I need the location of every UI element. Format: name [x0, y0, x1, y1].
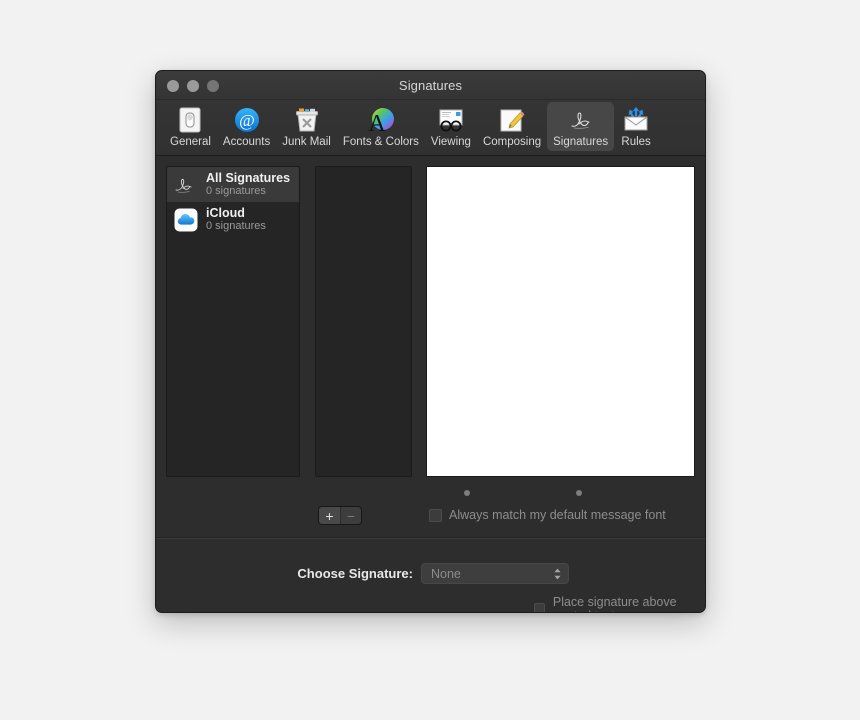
place-signature-checkbox[interactable] — [534, 603, 545, 614]
add-remove-signature-group: + − — [318, 506, 362, 525]
signature-editor-column — [426, 166, 695, 492]
window-title: Signatures — [156, 71, 705, 100]
add-signature-button[interactable]: + — [319, 507, 340, 524]
always-match-font-checkbox[interactable] — [429, 509, 442, 522]
toolbar-tab-general-label: General — [170, 136, 211, 148]
fonts-colors-icon: A — [366, 105, 396, 135]
toolbar-tab-signatures[interactable]: Signatures — [547, 102, 614, 151]
place-signature-label: Place signature above quoted text — [553, 595, 705, 613]
choose-signature-row: Choose Signature: None — [156, 563, 705, 584]
toolbar-tab-viewing[interactable]: Viewing — [425, 102, 477, 151]
accounts-list-pane[interactable]: All Signatures 0 signatures iCloud — [166, 166, 300, 477]
svg-text:@: @ — [239, 111, 255, 130]
bottom-settings-section: Choose Signature: None Place signature a… — [156, 538, 705, 613]
minimize-button[interactable] — [187, 80, 199, 92]
traffic-light-buttons — [167, 80, 219, 92]
toolbar-tab-fonts-colors[interactable]: A Fonts & Colors — [337, 102, 425, 151]
window-titlebar: Signatures — [156, 71, 705, 100]
viewing-glasses-icon — [436, 105, 466, 135]
toolbar-tab-general[interactable]: General — [164, 102, 217, 151]
signatures-icon — [566, 105, 596, 135]
toolbar-tab-rules[interactable]: Rules — [614, 102, 658, 151]
signature-editor-pane[interactable] — [426, 166, 695, 477]
toolbar-tab-accounts-label: Accounts — [223, 136, 270, 148]
accounts-row-text: iCloud 0 signatures — [206, 206, 266, 233]
toolbar-tab-composing[interactable]: Composing — [477, 102, 547, 151]
signature-scribble-icon — [173, 172, 199, 198]
chevron-updown-icon — [553, 567, 562, 581]
signatures-content-area: All Signatures 0 signatures iCloud — [156, 156, 705, 502]
composing-pencil-icon — [497, 105, 527, 135]
toolbar-tab-junk-mail[interactable]: Junk Mail — [276, 102, 337, 151]
accounts-row-name: iCloud — [206, 206, 266, 220]
toolbar-tab-junk-mail-label: Junk Mail — [282, 136, 331, 148]
choose-signature-label: Choose Signature: — [156, 566, 421, 581]
svg-text:A: A — [368, 111, 386, 135]
toolbar-tab-signatures-label: Signatures — [553, 136, 608, 148]
pane-resize-grip-left[interactable] — [464, 490, 470, 496]
place-signature-checkbox-row[interactable]: Place signature above quoted text — [534, 595, 705, 613]
signatures-preferences-window: Signatures General @ — [155, 70, 706, 613]
signature-list-pane[interactable] — [315, 166, 412, 477]
choose-signature-value: None — [431, 567, 461, 581]
toolbar-tab-viewing-label: Viewing — [431, 136, 471, 148]
pane-resize-grip-right[interactable] — [576, 490, 582, 496]
always-match-font-label: Always match my default message font — [449, 508, 666, 522]
accounts-row-all-signatures[interactable]: All Signatures 0 signatures — [167, 167, 299, 202]
accounts-row-name: All Signatures — [206, 171, 290, 185]
zoom-button[interactable] — [207, 80, 219, 92]
signature-list-controls: + − Always match my default message font — [156, 502, 705, 538]
accounts-row-text: All Signatures 0 signatures — [206, 171, 290, 198]
always-match-font-checkbox-row[interactable]: Always match my default message font — [429, 508, 666, 522]
toolbar-tab-accounts[interactable]: @ Accounts — [217, 102, 276, 151]
accounts-row-count: 0 signatures — [206, 185, 290, 198]
toolbar-tab-rules-label: Rules — [621, 136, 650, 148]
close-button[interactable] — [167, 80, 179, 92]
accounts-at-icon: @ — [232, 105, 262, 135]
choose-signature-popup[interactable]: None — [421, 563, 569, 584]
accounts-row-icloud[interactable]: iCloud 0 signatures — [167, 202, 299, 237]
toolbar-tab-composing-label: Composing — [483, 136, 541, 148]
icloud-icon — [173, 207, 199, 233]
remove-signature-button[interactable]: − — [340, 507, 361, 524]
general-icon — [175, 105, 205, 135]
rules-envelope-icon — [621, 105, 651, 135]
preferences-toolbar: General @ Accounts — [156, 100, 705, 156]
accounts-row-count: 0 signatures — [206, 220, 266, 233]
junk-mail-icon — [292, 105, 322, 135]
toolbar-tab-fonts-colors-label: Fonts & Colors — [343, 136, 419, 148]
